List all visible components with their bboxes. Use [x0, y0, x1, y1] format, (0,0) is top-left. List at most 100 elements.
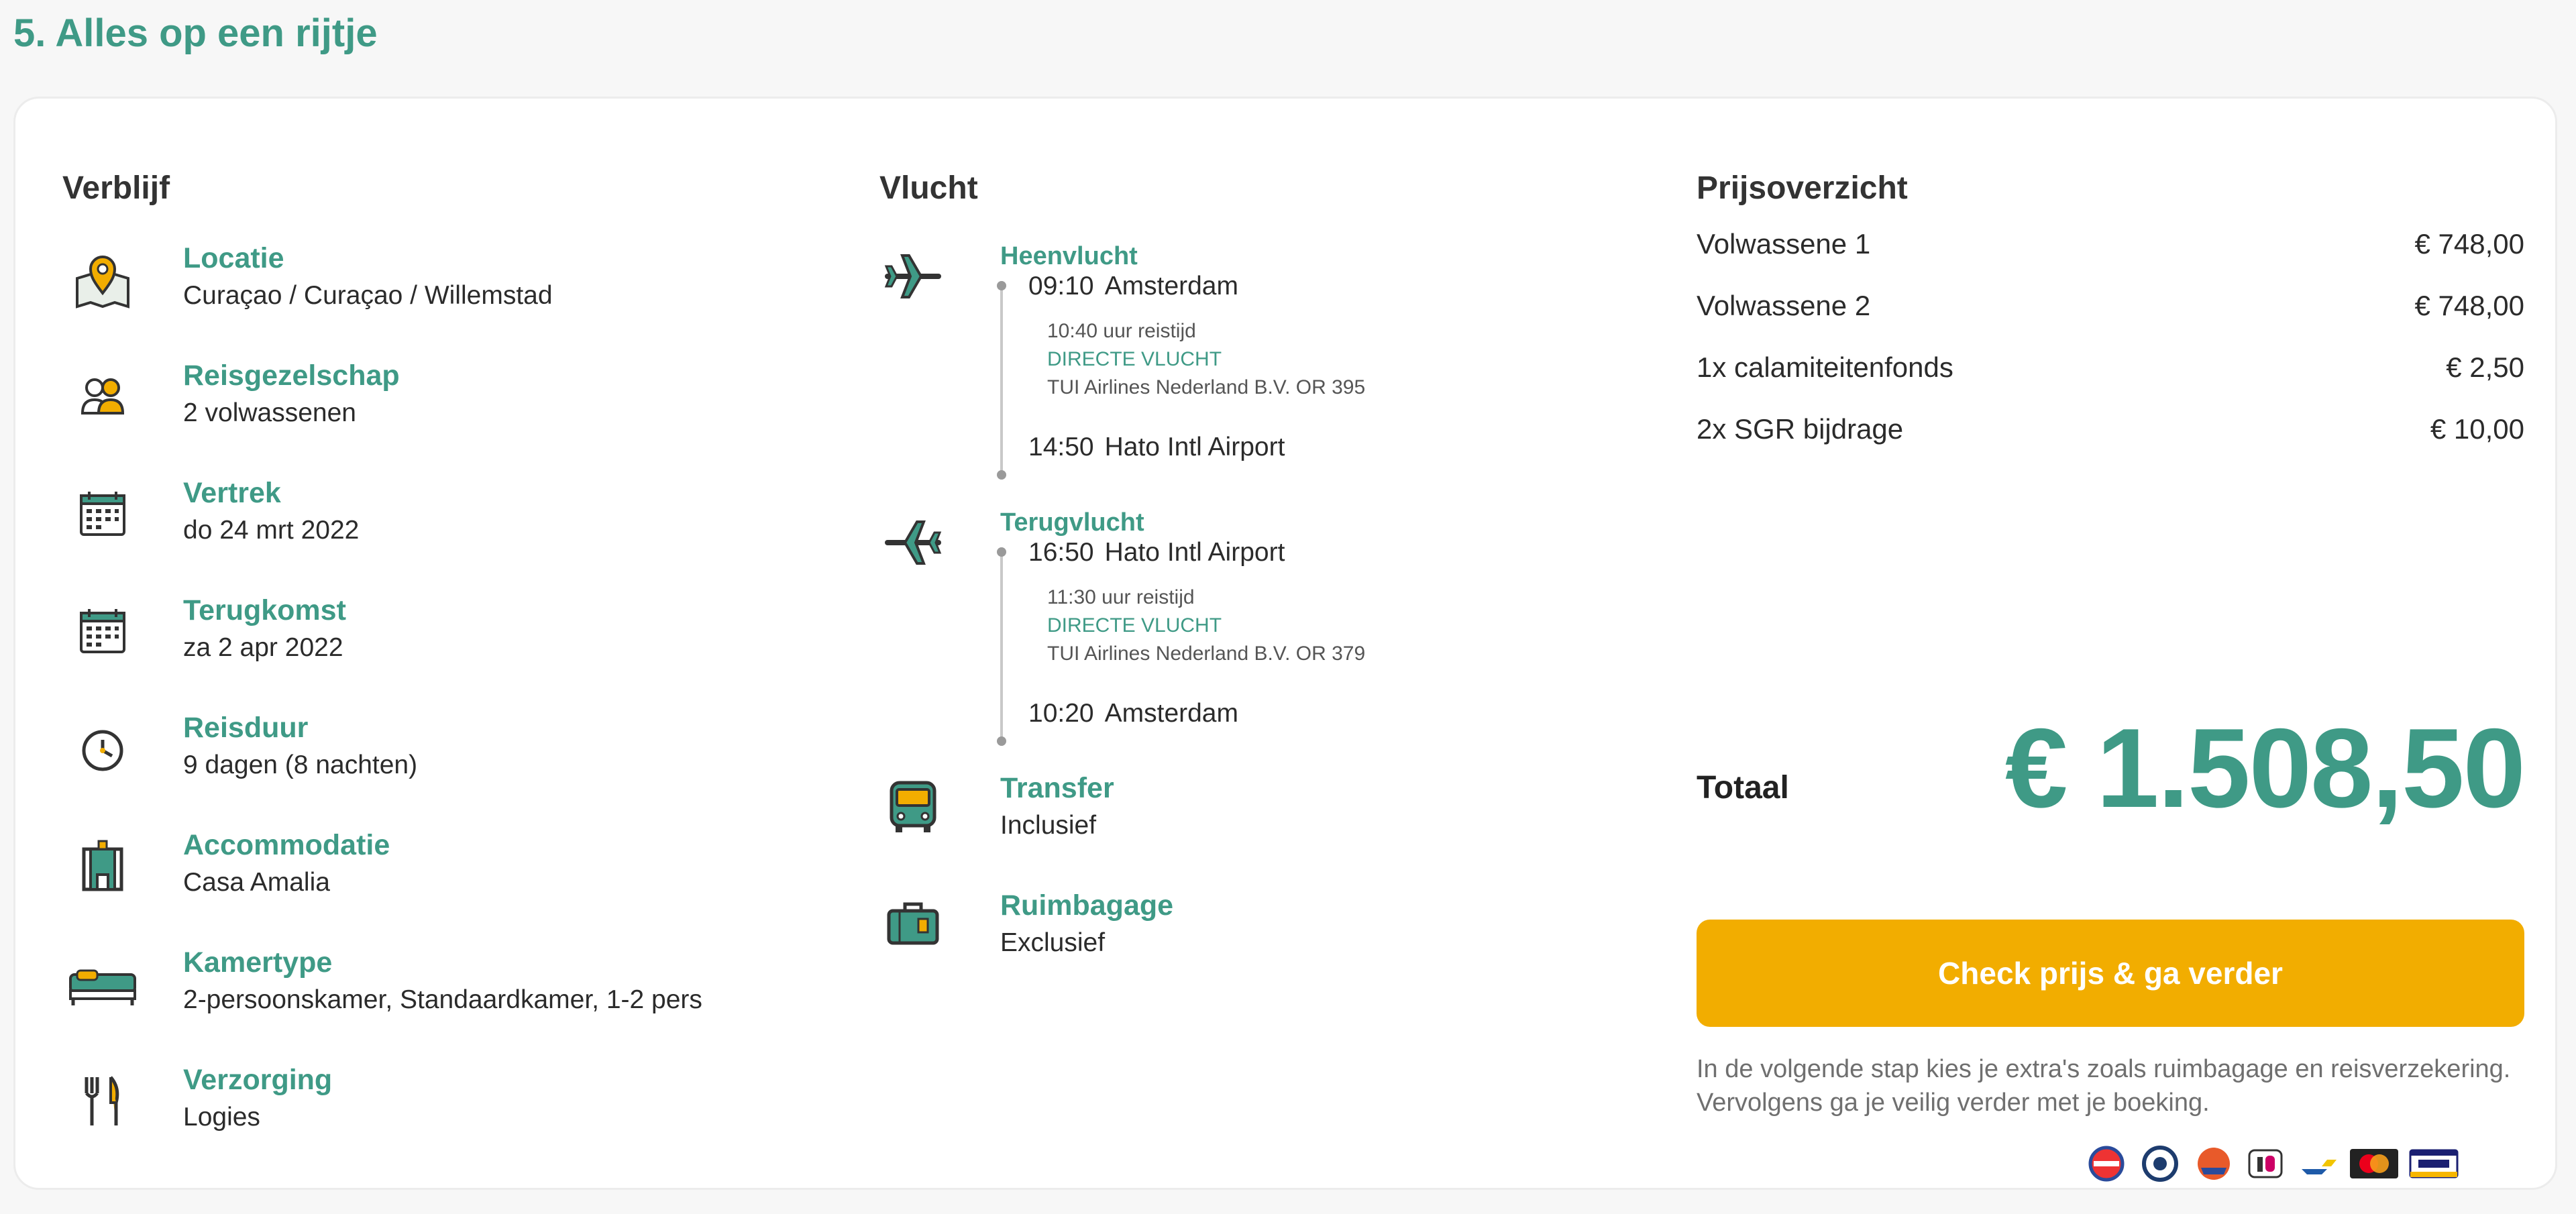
stay-item-label: Verzorging: [183, 1064, 333, 1096]
building-icon: [62, 826, 143, 907]
return-timeline: [997, 547, 1006, 746]
summary-card: Verblijf Locatie Curaçao / Curaçao / Wil…: [13, 97, 2557, 1190]
timeline-dot: [997, 736, 1006, 746]
timeline-dot: [997, 470, 1006, 480]
stay-title: Verblijf: [62, 170, 170, 206]
price-row-value: € 748,00: [2414, 290, 2525, 321]
flight-duration: 10:40 uur reistijd: [1047, 320, 1196, 342]
cutlery-icon: [62, 1061, 143, 1142]
mastercard-logo: [2350, 1145, 2398, 1182]
stay-item-label: Reisgezelschap: [183, 360, 400, 392]
group-icon: [62, 357, 143, 437]
outbound-meta: 10:40 uur reistijd DIRECTE VLUCHT TUI Ai…: [1047, 317, 1365, 402]
return-flight: Terugvlucht 16:50 Hato Intl Airport 11:30…: [879, 506, 1651, 747]
bancontact-logo: [2298, 1145, 2341, 1182]
price-row: Volwassene 1 € 748,00: [1697, 221, 2524, 268]
arrival-place: Amsterdam: [1104, 699, 1238, 728]
transfer-value: Inclusief: [1000, 811, 1097, 840]
stay-item-board: Verzorging Logies: [62, 1061, 834, 1162]
stay-item-party: Reisgezelschap 2 volwassenen: [62, 357, 834, 457]
calendar-icon: [62, 592, 143, 672]
price-row: 1x calamiteitenfonds € 2,50: [1697, 344, 2524, 391]
bed-icon: [62, 944, 143, 1024]
return-arrival: 10:20 Amsterdam: [1028, 695, 1238, 732]
stay-item-duration: Reisduur 9 dagen (8 nachten): [62, 709, 834, 810]
stay-item-label: Kamertype: [183, 946, 333, 979]
flight-title: Vlucht: [879, 170, 978, 206]
transfer-item: Transfer Inclusief: [879, 769, 1651, 870]
price-column: Prijsoverzicht Volwassene 1 € 748,00 Vol…: [1697, 139, 2526, 1185]
stay-item-label: Vertrek: [183, 477, 281, 509]
price-row-label: 1x calamiteitenfonds: [1697, 351, 1953, 383]
stay-item-roomtype: Kamertype 2-persoonskamer, Standaardkame…: [62, 944, 834, 1044]
stay-item-value: 9 dagen (8 nachten): [183, 751, 418, 779]
plane-return-icon: [879, 506, 947, 580]
visa-logo: [2409, 1145, 2459, 1182]
price-title: Prijsoverzicht: [1697, 170, 1908, 206]
departure-time: 16:50: [1028, 538, 1094, 567]
outbound-arrival: 14:50 Hato Intl Airport: [1028, 429, 1285, 466]
stay-item-label: Reisduur: [183, 712, 309, 744]
stay-item-return: Terugkomst za 2 apr 2022: [62, 592, 834, 692]
page-title: 5. Alles op een rijtje: [13, 11, 378, 55]
stay-item-location: Locatie Curaçao / Curaçao / Willemstad: [62, 239, 834, 340]
calendar-icon: [62, 474, 143, 555]
stay-item-value: Casa Amalia: [183, 868, 330, 897]
sgr-logo: [2193, 1145, 2235, 1182]
price-row: 2x SGR bijdrage € 10,00: [1697, 406, 2524, 453]
stay-item-value: do 24 mrt 2022: [183, 516, 360, 545]
price-row-value: € 10,00: [2430, 413, 2524, 445]
suitcase-icon: [879, 887, 947, 960]
timeline-dot: [997, 547, 1006, 557]
departure-place: Hato Intl Airport: [1104, 538, 1285, 567]
outbound-timeline: [997, 281, 1006, 480]
airline-info: TUI Airlines Nederland B.V. OR 395: [1047, 376, 1366, 398]
ideal-logo: [2247, 1145, 2284, 1182]
outbound-flight: Heenvlucht 09:10 Amsterdam 10:40 uur reis…: [879, 239, 1651, 481]
stay-item-label: Terugkomst: [183, 594, 346, 626]
baggage-item: Ruimbagage Exclusief: [879, 887, 1651, 987]
direct-flight-badge: DIRECTE VLUCHT: [1047, 348, 1222, 370]
arrival-time: 10:20: [1028, 699, 1094, 728]
total-label: Totaal: [1697, 770, 1789, 806]
return-meta: 11:30 uur reistijd DIRECTE VLUCHT TUI Ai…: [1047, 584, 1365, 668]
stay-item-departure: Vertrek do 24 mrt 2022: [62, 474, 834, 575]
price-row-value: € 748,00: [2414, 228, 2525, 260]
stay-item-value: za 2 apr 2022: [183, 633, 343, 662]
arrival-time: 14:50: [1028, 433, 1094, 461]
stay-item-label: Locatie: [183, 242, 284, 274]
bus-icon: [879, 769, 947, 843]
baggage-value: Exclusief: [1000, 928, 1106, 957]
outbound-departure: 09:10 Amsterdam: [1028, 268, 1238, 305]
stay-item-value: Curaçao / Curaçao / Willemstad: [183, 281, 553, 310]
price-row-label: Volwassene 1: [1697, 228, 1871, 260]
next-step-note: In de volgende stap kies je extra's zoal…: [1697, 1055, 2511, 1117]
clock-icon: [62, 709, 143, 789]
price-row: Volwassene 2 € 748,00: [1697, 282, 2524, 329]
payment-logos: [2086, 1145, 2461, 1185]
map-pin-icon: [62, 239, 143, 320]
transfer-label: Transfer: [1000, 772, 1114, 804]
departure-place: Amsterdam: [1104, 272, 1238, 300]
stay-item-accommodation: Accommodatie Casa Amalia: [62, 826, 834, 927]
stay-item-value: 2-persoonskamer, Standaardkamer, 1-2 per…: [183, 985, 702, 1014]
check-price-continue-button[interactable]: Check prijs & ga verder: [1697, 920, 2524, 1027]
price-row-label: 2x SGR bijdrage: [1697, 413, 1904, 445]
stay-item-value: Logies: [183, 1103, 260, 1132]
anvr-logo: [2086, 1145, 2127, 1182]
baggage-label: Ruimbagage: [1000, 889, 1174, 922]
airline-info: TUI Airlines Nederland B.V. OR 379: [1047, 643, 1366, 665]
direct-flight-badge: DIRECTE VLUCHT: [1047, 614, 1222, 637]
stay-item-value: 2 volwassenen: [183, 398, 356, 427]
plane-icon: [879, 239, 947, 313]
departure-time: 09:10: [1028, 272, 1094, 300]
calamiteitenfonds-logo: [2139, 1145, 2181, 1182]
flight-duration: 11:30 uur reistijd: [1047, 586, 1195, 608]
timeline-dot: [997, 281, 1006, 290]
price-row-label: Volwassene 2: [1697, 290, 1871, 321]
price-row-value: € 2,50: [2446, 351, 2524, 383]
return-departure: 16:50 Hato Intl Airport: [1028, 534, 1285, 571]
stay-item-label: Accommodatie: [183, 829, 390, 861]
arrival-place: Hato Intl Airport: [1104, 433, 1285, 461]
total-price: € 1.508,50: [2004, 705, 2526, 831]
